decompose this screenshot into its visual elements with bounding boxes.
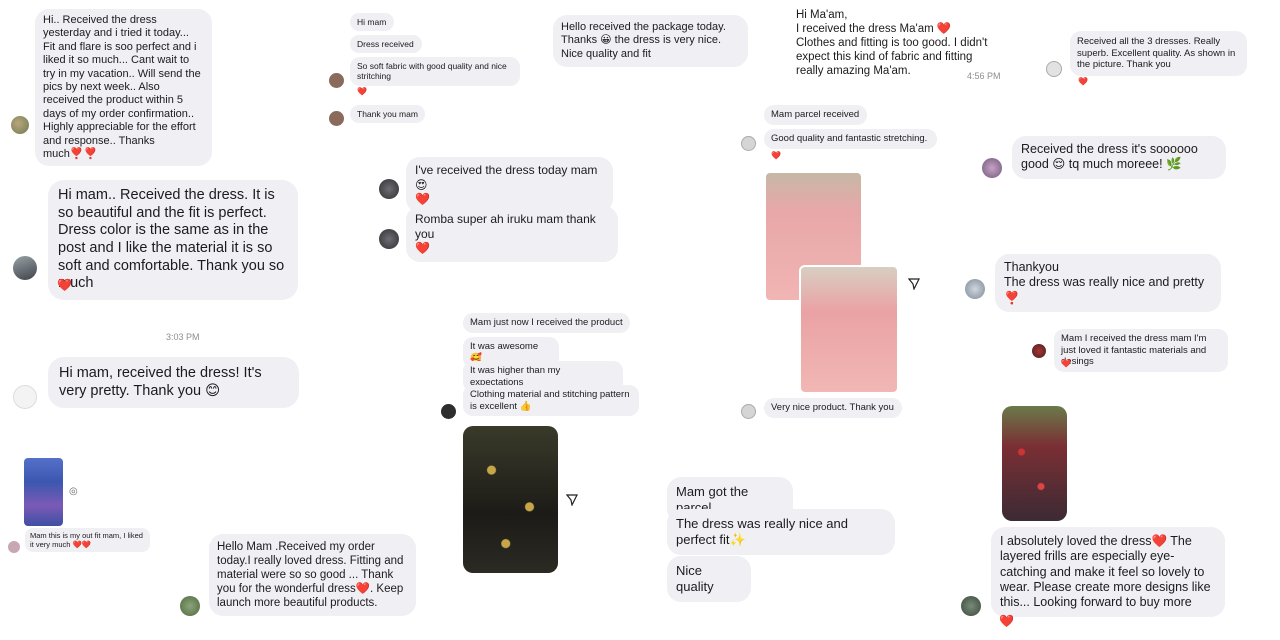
chat-bubble: Hi.. Received the dress yesterday and i … [35,9,212,167]
avatar [741,136,756,151]
avatar [180,596,200,616]
avatar [11,116,29,134]
camera-icon[interactable]: ◎ [69,486,78,497]
avatar [441,404,456,419]
heart-reaction: ❤️ [771,151,781,160]
chat-bubble: So soft fabric with good quality and nic… [350,57,520,86]
dress-photo [463,426,558,573]
avatar [1046,61,1062,77]
chat-bubble: Thank you mam [350,105,425,124]
send-icon[interactable] [908,278,920,290]
heart-reaction: ❤️ [1061,359,1071,368]
send-icon[interactable] [566,494,578,506]
avatar [13,385,37,409]
chat-bubble: Hi mam, received the dress! It's very pr… [48,357,299,409]
chat-bubble: Nice quality [667,556,751,602]
avatar [329,111,344,126]
heart-reaction: ❤️ [999,614,1014,628]
chat-bubble: Received all the 3 dresses. Really super… [1070,31,1247,76]
avatar [13,256,37,280]
timestamp: 4:56 PM [967,71,1001,81]
chat-bubble: Good quality and fantastic stretching. [764,129,937,149]
chat-bubble: Hi mam.. Received the dress. It is so be… [48,180,298,301]
chat-bubble: Mam this is my out fit mam, I liked it v… [25,528,150,553]
avatar [741,404,756,419]
chat-bubble: The dress was really nice and perfect fi… [667,509,895,555]
heart-reaction: ❤️ [1078,77,1088,86]
chat-bubble: Hi mam [350,13,394,32]
timestamp: 3:03 PM [166,332,200,342]
avatar [965,279,985,299]
chat-bubble: Mam I received the dress mam I'm just lo… [1054,329,1228,372]
chat-bubble: Mam parcel received [764,105,867,125]
chat-bubble: Received the dress it's soooooo good 😌 t… [1012,136,1226,179]
chat-bubble: I absolutely loved the dress❤️ The layer… [991,527,1225,618]
chat-bubble: Clothing material and stitching pattern … [463,385,639,417]
chat-bubble: Hello received the package today. Thanks… [553,15,748,68]
chat-bubble: Very nice product. Thank you [764,398,902,418]
chat-bubble: Romba super ah iruku mam thank you ❤️ [406,206,618,262]
avatar [329,73,344,88]
avatar [379,229,399,249]
heart-reaction: ❤️ [357,87,367,96]
avatar [961,596,981,616]
avatar [982,158,1002,178]
chat-bubble: I've received the dress today mam😍 ❤️ [406,157,613,213]
avatar [379,179,399,199]
chat-bubble: Mam just now I received the product [463,313,630,333]
avatar [8,541,20,553]
chat-bubble: Dress received [350,35,422,54]
avatar [1032,344,1046,358]
chat-bubble: Thankyou The dress was really nice and p… [995,254,1221,312]
dress-photo [1002,406,1067,521]
dress-photo [24,458,63,526]
heart-reaction: ❤️ [57,278,72,292]
chat-bubble: Hello Mam .Received my order today.I rea… [209,534,416,617]
dress-photo [801,267,897,392]
